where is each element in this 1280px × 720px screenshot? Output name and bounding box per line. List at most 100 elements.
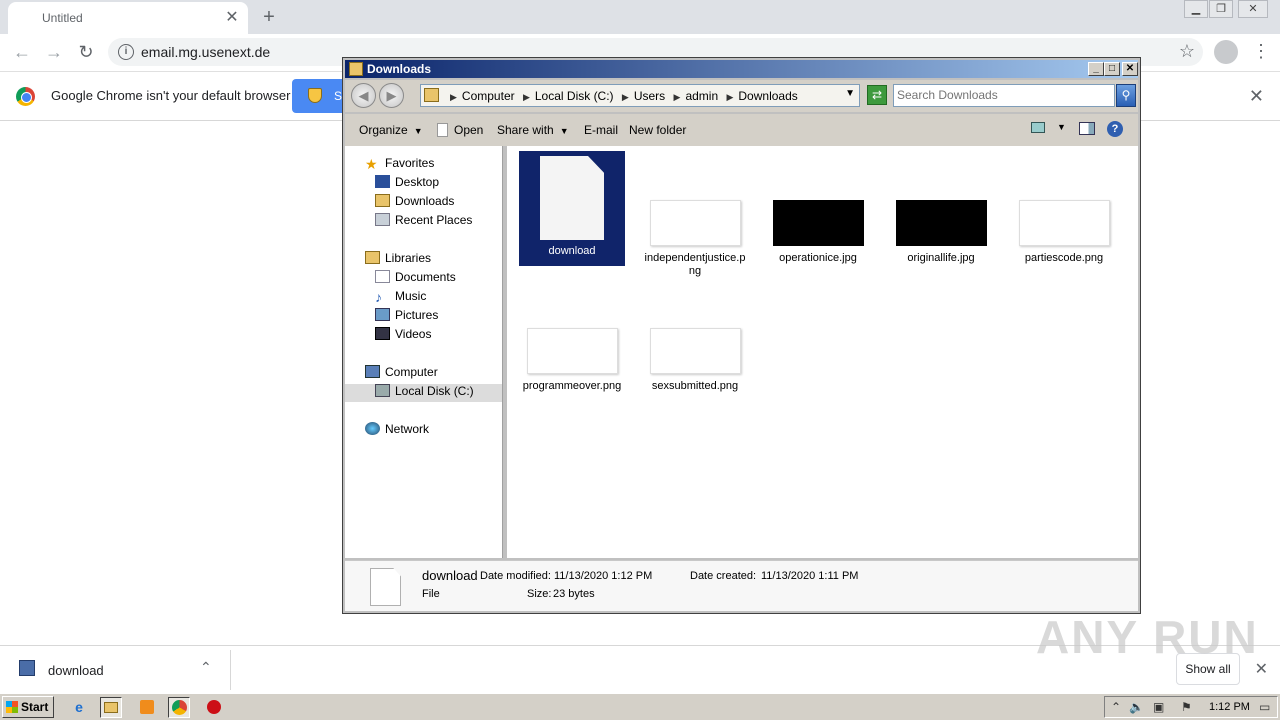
breadcrumb-users[interactable]: Users [634,89,665,103]
file-item[interactable]: independentjustice.png [642,200,748,278]
infobar-message: Google Chrome isn't your default browser [51,88,291,103]
recent-places-icon [375,213,390,226]
explorer-address-bar[interactable]: ▶ Computer ▶ Local Disk (C:) ▶ Users ▶ admin… [420,84,860,107]
back-button[interactable]: ← [10,40,34,64]
explorer-close-button[interactable]: ✕ [1122,62,1138,76]
bookmark-star-icon[interactable]: ☆ [1179,41,1195,62]
info-icon[interactable]: i [118,44,134,60]
clock[interactable]: 1:12 PM [1209,701,1250,713]
explorer-taskbar-icon[interactable] [100,697,122,718]
email-button[interactable]: E-mail [584,123,618,137]
generic-file-icon [540,156,604,240]
organize-menu[interactable]: Organize ▼ [359,123,423,137]
details-file-type: File [422,588,440,600]
view-icon[interactable] [1031,122,1045,136]
computer-icon [365,365,380,378]
nav-pictures[interactable]: Pictures [375,308,438,326]
file-name: partiescode.png [1024,252,1104,264]
breadcrumb-admin[interactable]: admin [685,89,718,103]
action-center-flag-icon[interactable]: ⚑ [1181,700,1192,714]
chevron-up-icon[interactable]: ⌃ [200,659,212,676]
show-hidden-icons-icon[interactable]: ⌃ [1111,700,1121,714]
nav-desktop[interactable]: Desktop [375,175,439,193]
show-desktop-icon[interactable]: ▭ [1259,700,1270,714]
breadcrumb-downloads[interactable]: Downloads [738,89,797,103]
music-icon: ♪ [375,289,382,305]
image-thumbnail [649,328,741,374]
tab-close-icon[interactable]: ✕ [222,8,242,28]
new-folder-button[interactable]: New folder [629,123,686,137]
nav-recent-places[interactable]: Recent Places [375,213,472,231]
profile-avatar[interactable] [1214,40,1238,64]
internet-explorer-icon[interactable]: e [68,697,90,718]
image-thumbnail [526,328,618,374]
new-tab-button[interactable]: + [256,5,282,29]
file-name: operationice.jpg [779,252,857,264]
share-with-menu[interactable]: Share with ▼ [497,123,569,137]
file-name: sexsubmitted.png [651,380,739,392]
search-box[interactable] [893,84,1115,107]
preview-pane-icon[interactable] [1079,122,1095,138]
nav-local-disk[interactable]: Local Disk (C:) [345,384,502,402]
nav-documents[interactable]: Documents [375,270,456,288]
search-icon[interactable]: ⚲ [1116,84,1136,107]
explorer-titlebar[interactable]: Downloads _ □ ✕ [345,60,1138,78]
chrome-menu-icon[interactable]: ⋮ [1252,40,1270,64]
file-list: download independentjustice.png operatio… [507,146,1138,558]
view-dropdown-icon[interactable]: ▼ [1057,122,1066,132]
explorer-minimize-button[interactable]: _ [1088,62,1104,76]
start-button[interactable]: Start [2,696,54,718]
help-icon[interactable]: ? [1107,121,1123,137]
explorer-back-button[interactable]: ◀ [351,83,376,108]
file-item[interactable]: operationice.jpg [765,200,871,265]
reload-button[interactable]: ↻ [74,40,98,64]
file-item[interactable]: sexsubmitted.png [642,328,748,393]
start-label: Start [21,700,49,714]
pictures-icon [375,308,390,321]
details-file-name: download [422,568,478,583]
opera-icon[interactable] [203,697,225,718]
file-item[interactable]: programmeover.png [519,328,625,393]
nav-videos-label: Videos [395,327,432,341]
nav-network[interactable]: Network [365,422,429,440]
nav-libraries-label: Libraries [385,251,432,265]
refresh-icon[interactable]: ⇄ [867,85,887,105]
close-window-button[interactable]: ✕ [1238,0,1268,18]
chrome-taskbar-icon[interactable] [168,697,190,718]
media-player-icon[interactable] [136,697,158,718]
share-with-label: Share with [497,123,554,137]
explorer-maximize-button[interactable]: □ [1104,62,1120,76]
nav-documents-label: Documents [395,270,456,284]
desktop-icon [375,175,390,188]
nav-downloads[interactable]: Downloads [375,194,454,212]
nav-videos[interactable]: Videos [375,327,431,345]
nav-desktop-label: Desktop [395,175,440,189]
file-item[interactable]: download [519,151,625,266]
network-tray-icon[interactable]: ▣ [1153,700,1164,714]
breadcrumb-computer[interactable]: Computer [462,89,515,103]
organize-label: Organize [359,123,408,137]
download-item-name[interactable]: download [48,663,104,678]
nav-favorites[interactable]: ★ Favorites [365,156,434,174]
nav-libraries[interactable]: Libraries [365,251,431,269]
image-thumbnail [772,200,864,246]
address-dropdown-icon[interactable]: ▼ [845,88,855,99]
breadcrumb-local-disk[interactable]: Local Disk (C:) [535,89,614,103]
forward-button[interactable]: → [42,40,66,64]
explorer-forward-button[interactable]: ▶ [379,83,404,108]
infobar-close-icon[interactable]: ✕ [1249,86,1264,107]
file-item[interactable]: partiescode.png [1011,200,1117,265]
search-input[interactable] [897,88,1097,102]
date-created-label: Date created: [690,570,757,582]
nav-computer[interactable]: Computer [365,365,438,383]
nav-music[interactable]: ♪ Music [375,289,426,307]
browser-tab[interactable]: Untitled ✕ [8,2,248,34]
shield-icon [308,88,322,103]
open-button[interactable]: Open [437,123,483,137]
navigation-pane: ★ Favorites Desktop Downloads Recent Plac… [345,146,503,558]
downloaded-file-icon [19,660,35,676]
volume-icon[interactable]: 🔈 [1129,700,1144,714]
restore-button[interactable]: ❐ [1209,0,1233,18]
minimize-button[interactable]: ▁ [1184,0,1208,18]
file-item[interactable]: originallife.jpg [888,200,994,265]
